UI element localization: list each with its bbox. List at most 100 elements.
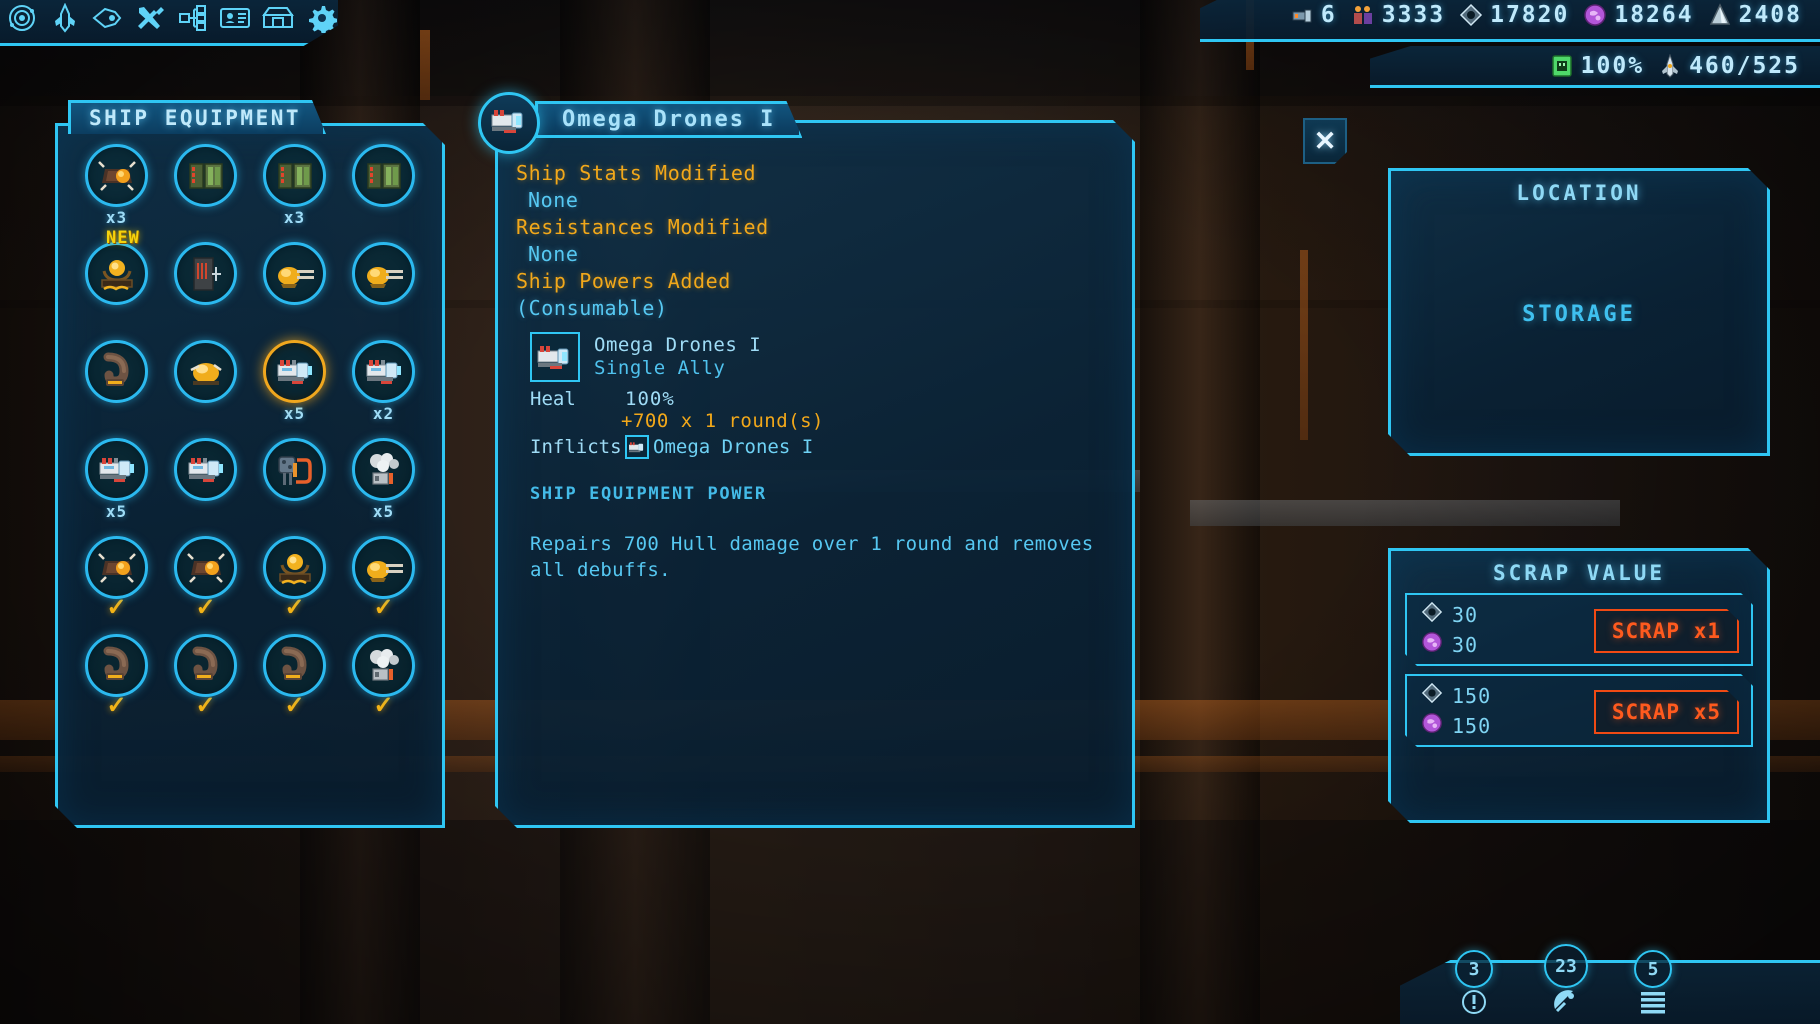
ore-icon: [1459, 3, 1483, 27]
equipment-slot-ring[interactable]: [352, 634, 415, 697]
gold-cannon-icon: [363, 253, 405, 295]
biomass-icon: [1421, 631, 1443, 658]
mine-orange-icon: [96, 547, 138, 589]
crystal-icon: [1708, 2, 1732, 27]
radar-count: 23: [1544, 944, 1588, 988]
equipped-check-icon: ✓: [106, 594, 127, 621]
equipment-slot[interactable]: x5: [250, 340, 339, 430]
gold-orb-rack-icon: [274, 547, 316, 589]
equipment-slot[interactable]: [161, 340, 250, 430]
equipment-slot-ring[interactable]: [263, 340, 326, 403]
equipment-slot[interactable]: x3: [250, 144, 339, 234]
brown-hook-icon: [96, 645, 138, 687]
equipment-slot[interactable]: [161, 144, 250, 234]
equipment-slot-ring[interactable]: [263, 634, 326, 697]
equipment-quantity: x5: [372, 502, 395, 521]
tech-tree-icon[interactable]: [176, 1, 209, 35]
resistances-value: None: [528, 242, 579, 266]
equipment-slot[interactable]: ✓: [339, 536, 428, 626]
equipment-slot-ring[interactable]: [352, 242, 415, 305]
equipment-slot-ring[interactable]: [352, 438, 415, 501]
equipment-slot[interactable]: [161, 242, 250, 332]
equipment-slot[interactable]: [250, 242, 339, 332]
galaxy-map-icon[interactable]: [6, 1, 39, 35]
scrap-value-panel: SCRAP VALUE 30 30 SCRAP x1 150 150 SCRAP…: [1388, 548, 1770, 823]
new-badge: NEW: [106, 228, 140, 248]
equipment-slot[interactable]: ✓: [161, 634, 250, 724]
equipment-slot-ring[interactable]: [352, 340, 415, 403]
ship-icon[interactable]: [49, 1, 82, 35]
equipment-slot-ring[interactable]: [263, 438, 326, 501]
resource-ore: 17820: [1459, 2, 1569, 28]
equipment-slot-ring[interactable]: [352, 144, 415, 207]
equipment-slot-ring[interactable]: [85, 438, 148, 501]
equipment-slot-ring[interactable]: [174, 144, 237, 207]
equipment-slot[interactable]: ✓: [161, 536, 250, 626]
equipment-slot-ring[interactable]: [174, 438, 237, 501]
omega-drone-icon: [363, 351, 405, 393]
smoke-vent-icon: [363, 449, 405, 491]
crew-id-icon[interactable]: [219, 1, 252, 35]
resource-value: 3333: [1381, 1, 1446, 28]
mine-orange-icon: [185, 547, 227, 589]
bottom-nav-menu[interactable]: 5: [1634, 950, 1672, 1018]
tools-icon[interactable]: [134, 1, 167, 35]
game-screen: 6 3333 17820 18264 2408 100% 460/525 SHI…: [0, 0, 1820, 1024]
inflicts-value: Omega Drones I: [653, 436, 814, 458]
ore-icon: [1421, 682, 1443, 709]
equipment-slot[interactable]: ✓: [72, 536, 161, 626]
status-hull: 460/525: [1658, 53, 1800, 79]
shuttle-icon[interactable]: [91, 1, 124, 35]
equipment-slot-ring[interactable]: [85, 340, 148, 403]
equipment-slot-ring[interactable]: [263, 242, 326, 305]
equipment-slot[interactable]: [339, 242, 428, 332]
cargo-chest-icon[interactable]: [261, 1, 295, 35]
equipment-slot[interactable]: [72, 340, 161, 430]
power-entry[interactable]: Omega Drones I Single Ally: [530, 332, 1118, 382]
gold-cannon-icon: [274, 253, 316, 295]
ship-equipment-grid: x3 x3 NEW x5 x2 x5 x5 ✓ ✓ ✓ ✓ ✓ ✓ ✓ ✓: [58, 134, 442, 734]
bottom-nav-radar[interactable]: 23: [1544, 944, 1588, 1018]
power-name: Omega Drones I: [594, 334, 762, 356]
equipment-slot-ring[interactable]: [263, 144, 326, 207]
scrap-x5-button[interactable]: SCRAP x5: [1594, 690, 1739, 734]
equipment-slot[interactable]: ✓: [250, 536, 339, 626]
equipment-slot-ring[interactable]: [85, 536, 148, 599]
scrap-row: 30 30 SCRAP x1: [1405, 593, 1753, 666]
detail-content: Ship Stats Modified None Resistances Mod…: [516, 161, 1118, 583]
equipment-slot-ring[interactable]: [85, 144, 148, 207]
equipment-slot-ring[interactable]: [174, 634, 237, 697]
equipment-slot[interactable]: x2: [339, 340, 428, 430]
gold-cannon-icon: [363, 547, 405, 589]
equipment-slot[interactable]: x5: [72, 438, 161, 528]
equipped-check-icon: ✓: [373, 594, 394, 621]
equipment-slot[interactable]: ✓: [72, 634, 161, 724]
resource-value: 6: [1320, 1, 1337, 28]
equipment-slot-ring[interactable]: [85, 634, 148, 697]
close-button[interactable]: ✕: [1303, 118, 1347, 164]
equipment-slot-ring[interactable]: [174, 536, 237, 599]
equipment-slot[interactable]: [339, 144, 428, 234]
scrap-x1-button[interactable]: SCRAP x1: [1594, 609, 1739, 653]
equipment-slot[interactable]: NEW: [72, 242, 161, 332]
equipment-slot-ring[interactable]: [263, 536, 326, 599]
equipment-slot[interactable]: [161, 438, 250, 528]
brown-hook-icon: [274, 645, 316, 687]
biomass-icon: [1583, 3, 1607, 27]
equipment-slot[interactable]: x3: [72, 144, 161, 234]
power-description: Repairs 700 Hull damage over 1 round and…: [530, 533, 1094, 581]
bottom-nav-alerts[interactable]: 3: [1455, 950, 1493, 1018]
equipment-slot-ring[interactable]: [85, 242, 148, 305]
equipment-slot-ring[interactable]: [352, 536, 415, 599]
equipment-slot[interactable]: ✓: [250, 634, 339, 724]
equipment-slot-ring[interactable]: [174, 242, 237, 305]
resource-biomass: 18264: [1583, 2, 1693, 28]
equipment-slot[interactable]: [250, 438, 339, 528]
green-module-icon: [274, 155, 316, 197]
equipment-slot-ring[interactable]: [174, 340, 237, 403]
location-value: STORAGE: [1522, 302, 1636, 327]
heal-label: Heal: [530, 388, 576, 410]
equipment-slot[interactable]: ✓: [339, 634, 428, 724]
equipment-slot[interactable]: x5: [339, 438, 428, 528]
equipment-quantity: x5: [283, 404, 306, 423]
